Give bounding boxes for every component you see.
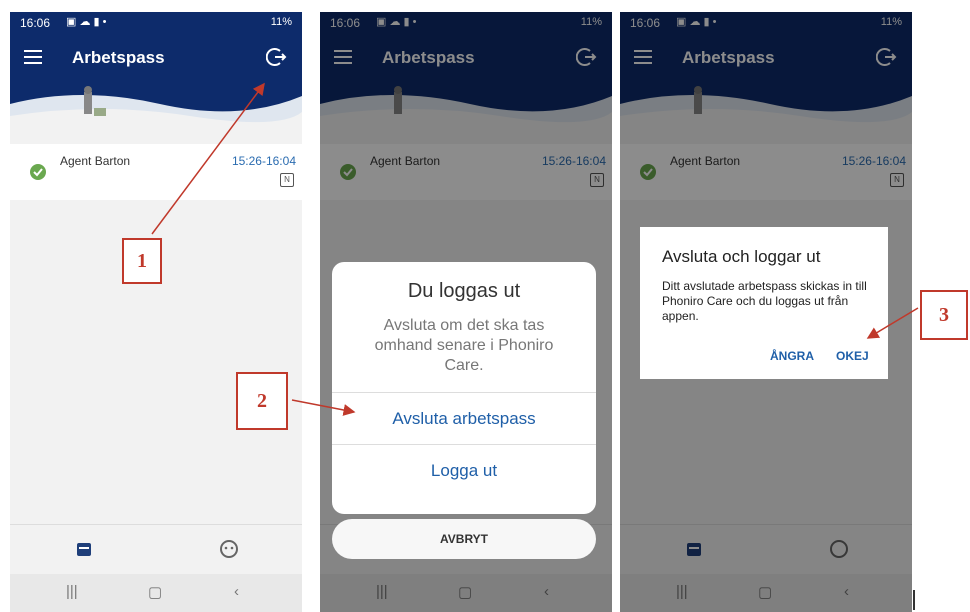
shift-row[interactable]: Agent Barton 15:26-16:04 N [10, 144, 302, 200]
check-icon [30, 164, 46, 180]
system-nav-bar: ||| ▢ ‹ [10, 574, 302, 612]
confirm-dialog: Avsluta och loggar ut Ditt avslutade arb… [640, 227, 888, 379]
logout-sheet: Du loggas ut Avsluta om det ska tas omha… [332, 262, 596, 514]
agent-name: Agent Barton [60, 154, 131, 168]
logout-icon[interactable] [266, 46, 288, 68]
phone-screen-3: 16:06 ▣ ☁ ▮ • 11% Arbetspass Agent Barto… [620, 12, 912, 612]
status-time: 16:06 [20, 16, 51, 30]
callout-3: 3 [920, 290, 968, 340]
shift-time: 15:26-16:04 [231, 154, 296, 168]
callout-2: 2 [236, 372, 288, 430]
end-shift-button[interactable]: Avsluta arbetspass [332, 392, 596, 445]
bottom-nav [10, 524, 302, 575]
app-title: Arbetspass [72, 48, 165, 67]
status-icons: ▣ ☁ ▮ • [66, 16, 107, 28]
header-banner [10, 82, 302, 140]
sheet-message: Avsluta om det ska tas omhand senare i P… [374, 317, 554, 374]
status-bar: 16:06 ▣ ☁ ▮ • 11% [10, 12, 302, 34]
sheet-title: Du loggas ut [407, 280, 521, 302]
recents-button[interactable]: ||| [66, 583, 78, 600]
dialog-message: Ditt avslutade arbetspass skickas in til… [662, 279, 867, 323]
logout-button[interactable]: Logga ut [332, 444, 596, 497]
cancel-button[interactable]: AVBRYT [332, 519, 596, 559]
battery-level: 11% [270, 16, 292, 28]
phone-screen-2: 16:06 ▣ ☁ ▮ • 11% Arbetspass Agent Barto… [320, 12, 612, 612]
ok-button[interactable]: OKEJ [836, 349, 869, 363]
home-button[interactable]: ▢ [148, 583, 162, 601]
callout-1: 1 [122, 238, 162, 284]
back-button[interactable]: ‹ [234, 583, 239, 600]
menu-icon[interactable] [24, 50, 42, 64]
divider-line [913, 590, 915, 610]
nfc-icon: N [280, 173, 294, 187]
dialog-title: Avsluta och loggar ut [662, 247, 821, 266]
calendar-icon[interactable] [76, 541, 92, 557]
face-icon[interactable] [220, 540, 238, 558]
phone-screen-1: 16:06 ▣ ☁ ▮ • 11% Arbetspass Agent Barto… [10, 12, 302, 612]
undo-button[interactable]: ÅNGRA [770, 349, 814, 363]
app-bar: Arbetspass [10, 34, 302, 82]
